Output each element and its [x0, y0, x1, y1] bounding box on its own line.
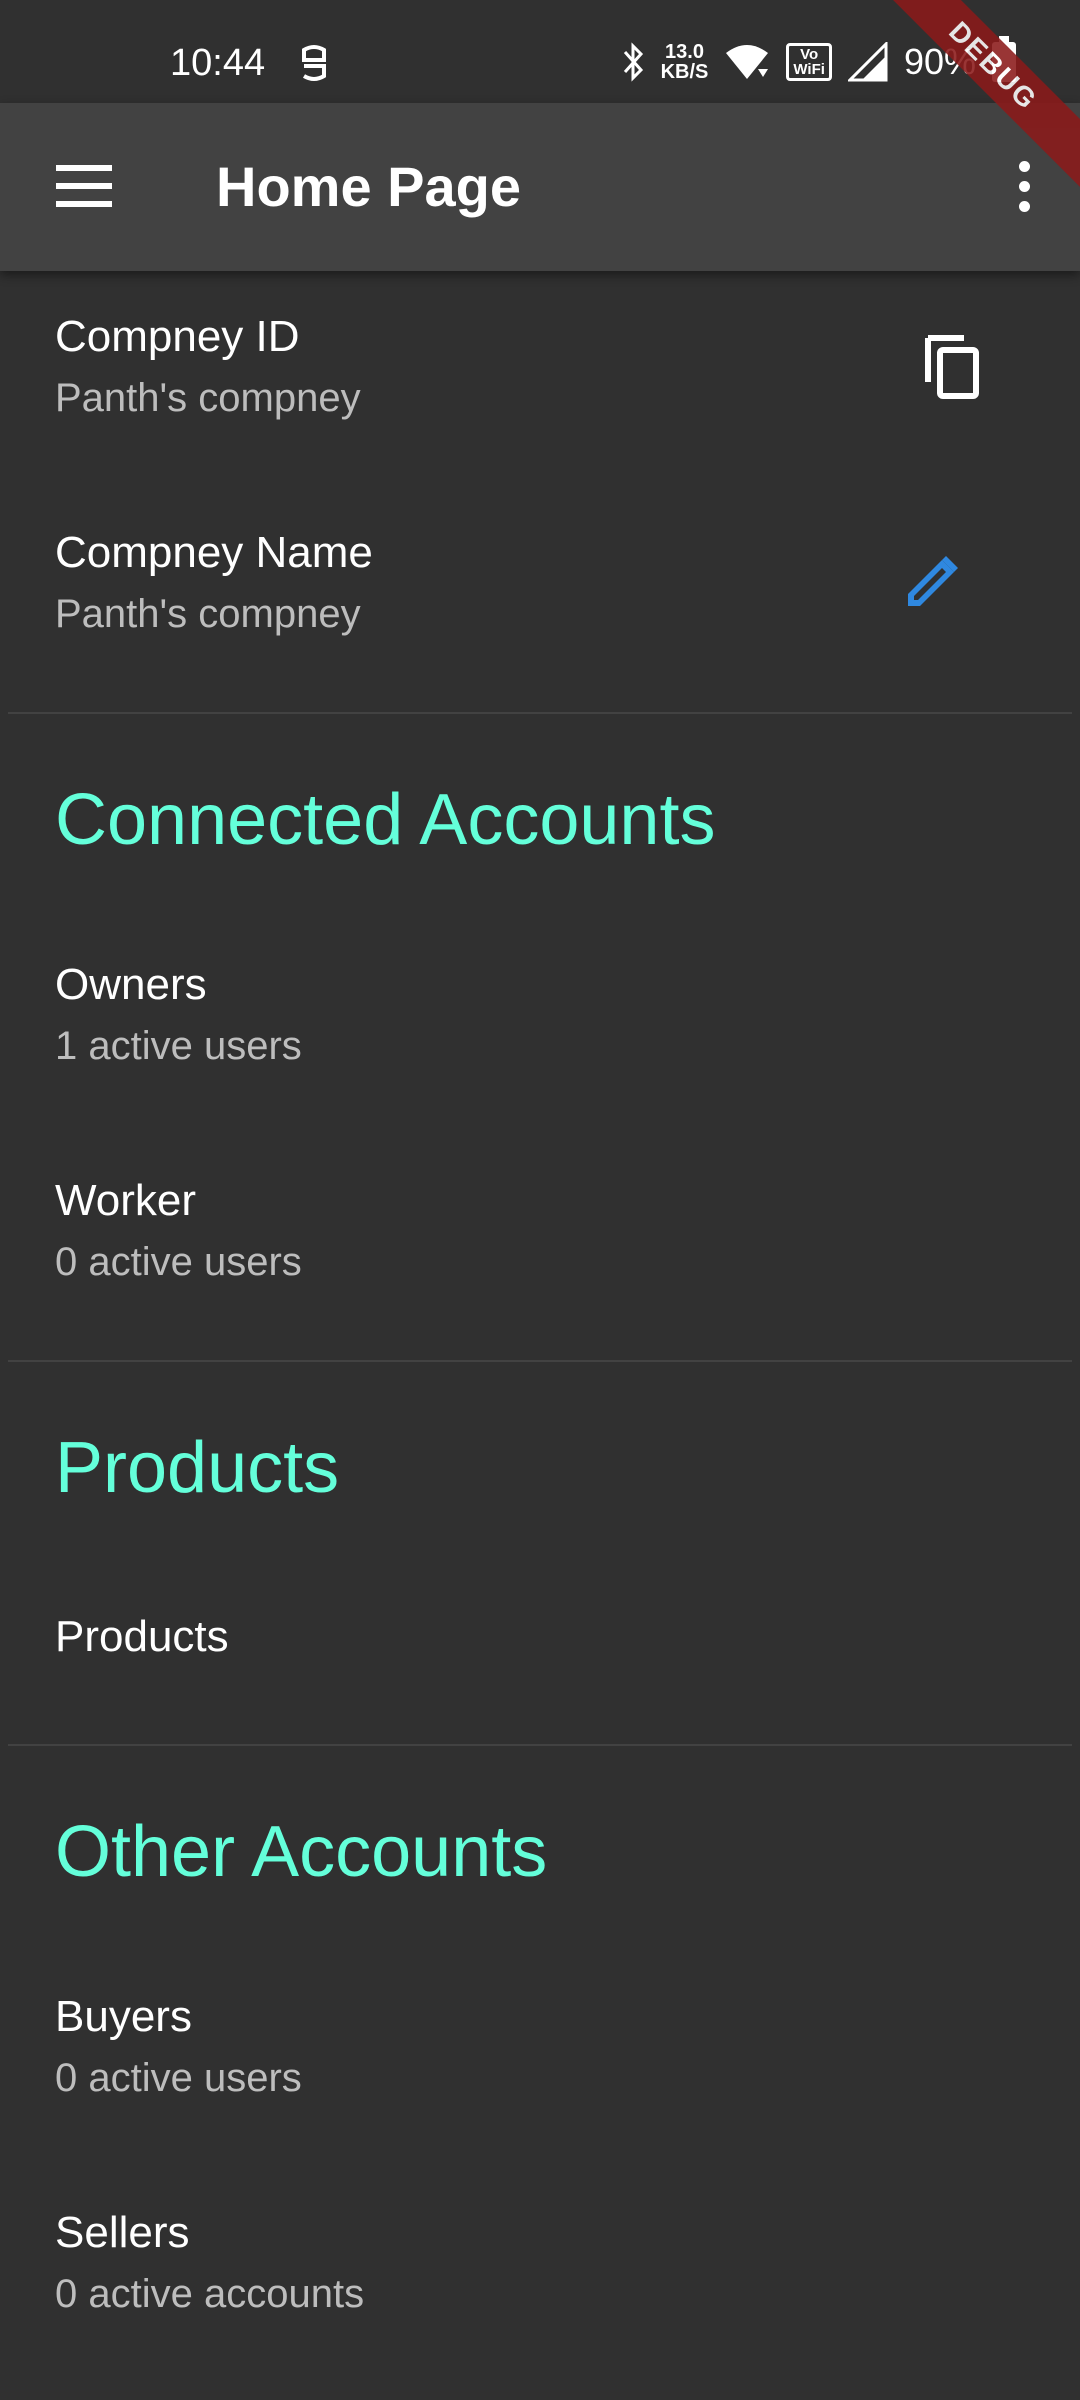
- vowifi-icon: Vo WiFi: [786, 43, 832, 81]
- list-item-title: Owners: [55, 960, 207, 1009]
- bluetooth-icon: [623, 42, 643, 82]
- list-item-subtitle: 0 active users: [55, 2056, 302, 2100]
- list-item-subtitle: 0 active accounts: [55, 2272, 365, 2316]
- list-item-title: Products: [55, 1612, 229, 1661]
- list-item-subtitle: 0 active users: [55, 1240, 302, 1284]
- hamburger-menu-icon[interactable]: [56, 165, 112, 207]
- notification-icon: [302, 45, 326, 81]
- list-item-title: Sellers: [55, 2208, 190, 2257]
- list-item-worker[interactable]: Worker 0 active users: [0, 1154, 1080, 1344]
- net-speed-value: 13.0: [665, 41, 704, 63]
- divider: [8, 712, 1072, 714]
- company-name-title: Compney Name: [55, 528, 373, 577]
- page-title: Home Page: [216, 155, 521, 218]
- wifi-icon: [726, 45, 769, 79]
- net-speed: 13.0 KB/S: [661, 42, 709, 82]
- list-item-owners[interactable]: Owners 1 active users: [0, 938, 1080, 1128]
- products-heading: Products: [55, 1428, 340, 1508]
- company-id-tile[interactable]: Compney ID Panth's compney: [0, 290, 1080, 480]
- list-item-title: Worker: [55, 1176, 196, 1225]
- company-id-value: Panth's compney: [55, 376, 361, 420]
- list-item-sellers[interactable]: Sellers 0 active accounts: [0, 2186, 1080, 2376]
- list-item-subtitle: 1 active users: [55, 1024, 302, 1068]
- more-vert-icon[interactable]: [1012, 161, 1036, 213]
- signal-icon: [847, 42, 888, 82]
- status-time: 10:44: [170, 42, 266, 84]
- divider: [8, 1360, 1072, 1362]
- copy-icon[interactable]: [920, 330, 984, 402]
- edit-icon[interactable]: [902, 552, 962, 612]
- net-speed-unit: KB/S: [660, 61, 709, 83]
- list-item-products[interactable]: Products: [0, 1590, 1080, 1740]
- company-name-value: Panth's compney: [55, 592, 361, 636]
- company-id-title: Compney ID: [55, 312, 300, 361]
- list-item-title: Buyers: [55, 1992, 192, 2041]
- vowifi-bottom: WiFi: [793, 61, 825, 78]
- connected-accounts-heading: Connected Accounts: [55, 780, 716, 860]
- other-accounts-heading: Other Accounts: [55, 1812, 548, 1892]
- app-bar: Home Page: [0, 103, 1080, 271]
- divider: [8, 1744, 1072, 1746]
- list-item-buyers[interactable]: Buyers 0 active users: [0, 1970, 1080, 2160]
- vowifi-top: Vo: [800, 46, 819, 63]
